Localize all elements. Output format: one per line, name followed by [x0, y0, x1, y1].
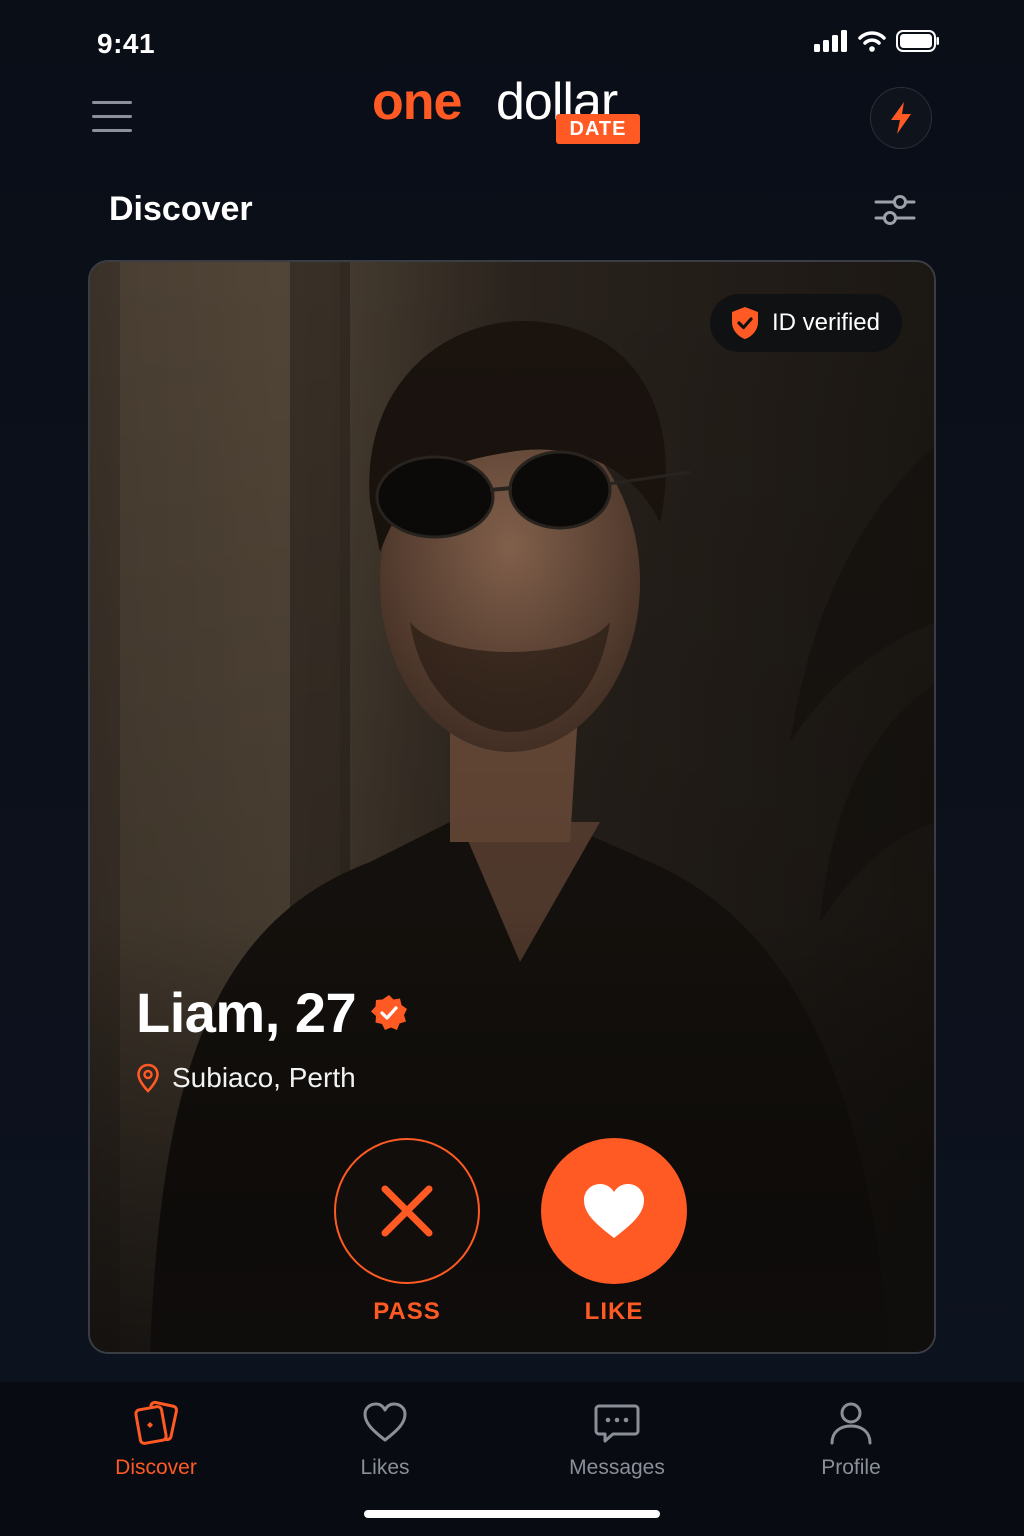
wifi-icon — [858, 31, 886, 52]
like-button[interactable] — [541, 1138, 687, 1284]
tab-likes[interactable]: Likes — [305, 1400, 465, 1480]
tab-messages[interactable]: Messages — [537, 1400, 697, 1480]
tab-label: Likes — [360, 1456, 410, 1479]
profile-card[interactable]: ID verified Liam, 27 Subiaco, Perth PASS… — [88, 260, 936, 1354]
home-indicator — [364, 1510, 660, 1518]
boost-button[interactable] — [870, 87, 932, 149]
logo-one-text: one — [372, 73, 462, 131]
sliders-icon — [874, 195, 916, 225]
app-logo: one dollar DATE — [372, 72, 652, 152]
close-icon — [381, 1185, 433, 1237]
verified-label: ID verified — [771, 309, 880, 336]
signal-icon — [814, 30, 847, 52]
person-icon — [830, 1402, 872, 1445]
id-verified-badge: ID verified — [709, 294, 902, 352]
like-label: LIKE — [584, 1298, 644, 1325]
heart-icon — [584, 1184, 644, 1238]
heart-outline-icon — [363, 1402, 407, 1442]
status-icons — [814, 30, 940, 52]
tab-discover[interactable]: Discover — [76, 1400, 236, 1480]
profile-name-row: Liam, 27 — [136, 980, 408, 1045]
profile-location: Subiaco, Perth — [172, 1062, 356, 1093]
chat-bubble-icon — [594, 1404, 640, 1443]
status-time: 9:41 — [97, 28, 156, 59]
app-screen: 9:41 one dollar DATE Discover ID verifie… — [0, 0, 1024, 1536]
profile-photo — [90, 262, 934, 1352]
verified-check-icon — [371, 994, 408, 1030]
shield-check-icon — [731, 307, 758, 339]
page-title: Discover — [109, 190, 253, 228]
tab-label: Profile — [821, 1456, 881, 1479]
tab-profile[interactable]: Profile — [771, 1400, 931, 1480]
menu-button[interactable] — [92, 98, 134, 134]
pass-button[interactable] — [334, 1138, 480, 1284]
status-bar: 9:41 — [0, 0, 1024, 80]
lightning-icon — [891, 102, 911, 134]
logo-date-badge: DATE — [556, 114, 640, 144]
location-row: Subiaco, Perth — [136, 1062, 356, 1094]
battery-icon — [896, 30, 939, 52]
app-header: one dollar DATE — [0, 73, 1024, 160]
tab-label: Messages — [569, 1456, 665, 1479]
cards-icon — [134, 1400, 179, 1445]
tab-label: Discover — [115, 1456, 197, 1479]
location-pin-icon — [137, 1063, 159, 1093]
filter-button[interactable] — [872, 188, 918, 232]
profile-name: Liam, 27 — [136, 981, 357, 1044]
pass-label: PASS — [373, 1298, 441, 1325]
